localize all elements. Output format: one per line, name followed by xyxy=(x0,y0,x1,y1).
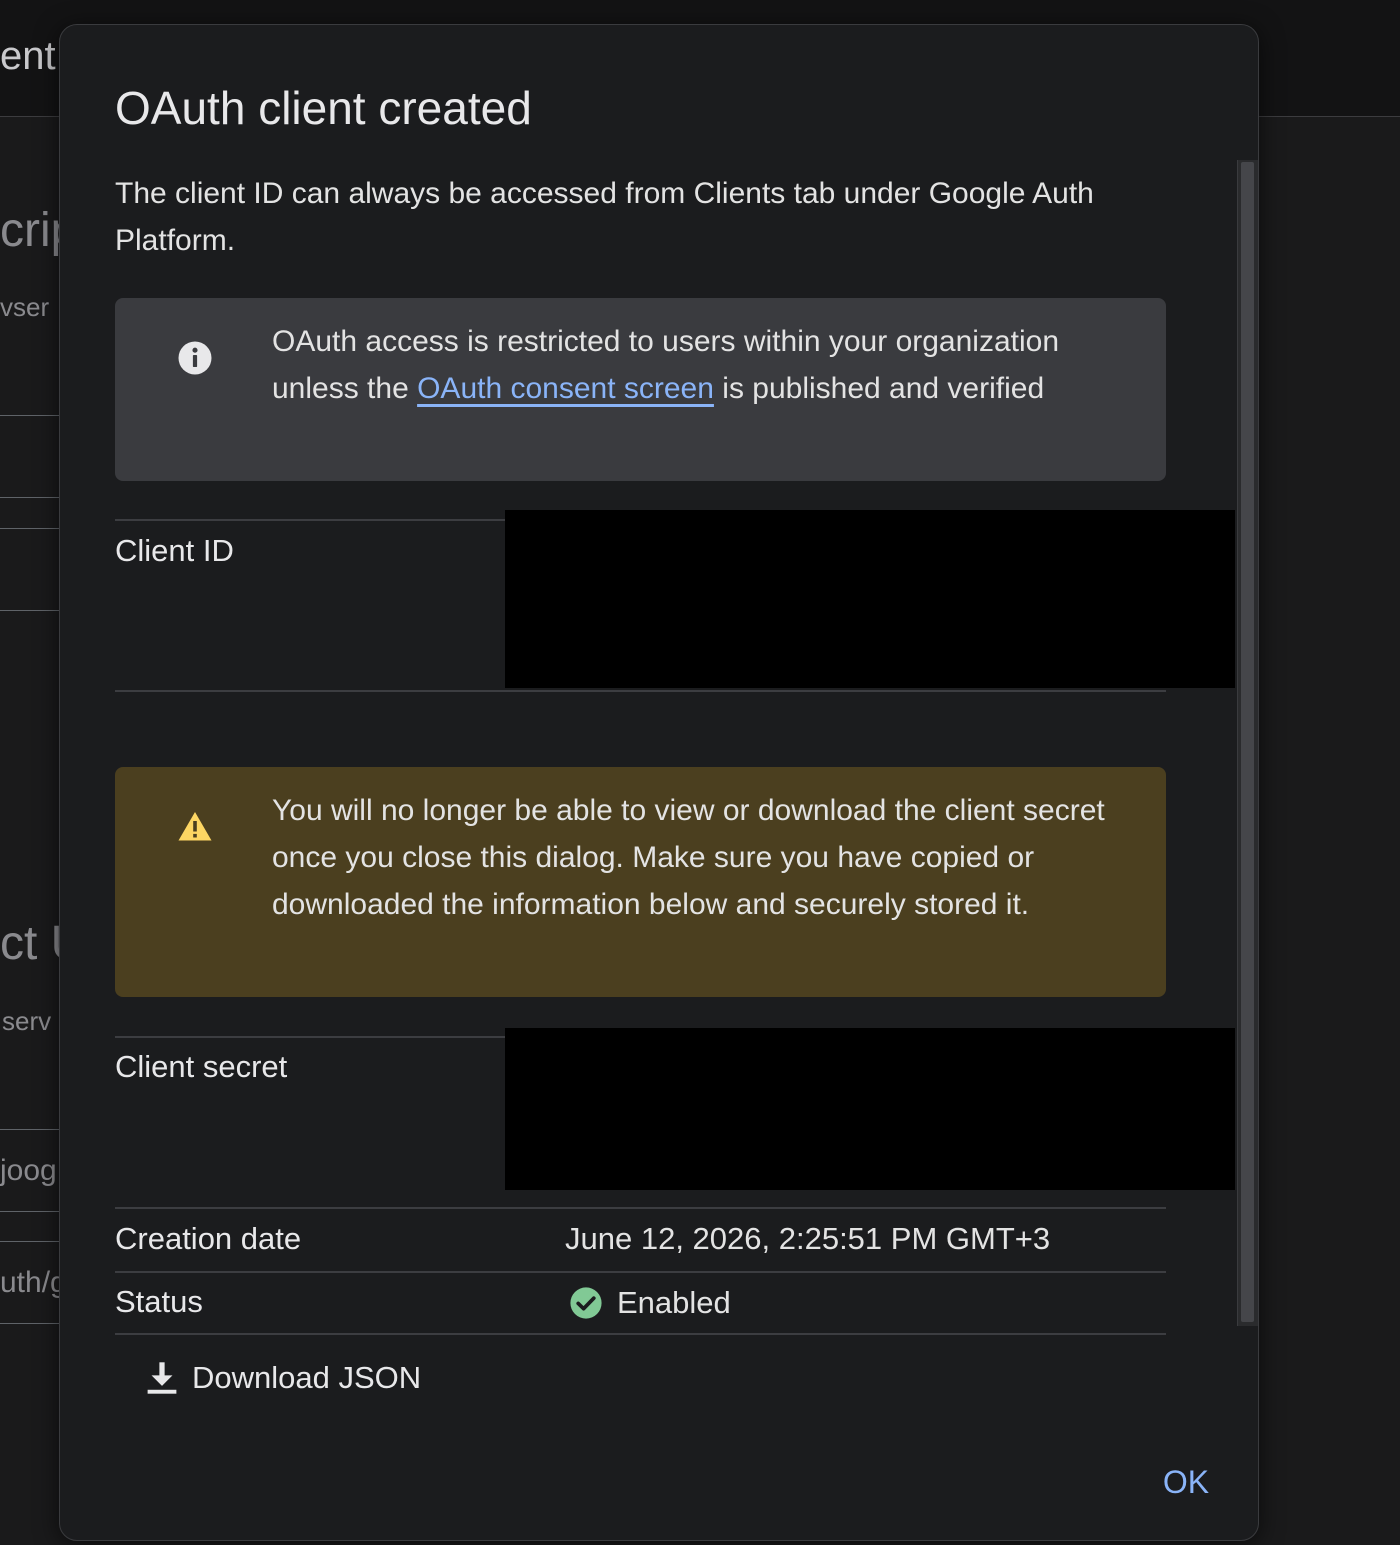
background-divider xyxy=(0,1323,60,1324)
download-icon xyxy=(147,1362,177,1394)
dialog-title: OAuth client created xyxy=(115,82,532,134)
background-divider xyxy=(0,1211,60,1212)
oauth-consent-screen-link[interactable]: OAuth consent screen xyxy=(417,372,714,405)
status-text: Enabled xyxy=(617,1285,731,1320)
status-value: Enabled xyxy=(569,1285,731,1321)
scrollbar-thumb[interactable] xyxy=(1241,162,1254,1322)
background-divider xyxy=(0,497,60,498)
background-divider xyxy=(0,528,60,529)
check-circle-icon xyxy=(570,1287,602,1319)
background-field-fragment: uth/g xyxy=(0,1266,67,1299)
background-text-fragment: vser xyxy=(0,292,50,322)
info-banner: OAuth access is restricted to users with… xyxy=(115,298,1166,481)
background-text-fragment: serv xyxy=(2,1006,52,1036)
divider xyxy=(115,1271,1166,1273)
background-divider xyxy=(0,610,60,611)
divider xyxy=(115,690,1166,692)
client-id-value-redacted xyxy=(505,510,1235,688)
background-field-fragment: joog xyxy=(0,1154,57,1187)
dialog-scrollbar[interactable] xyxy=(1237,160,1258,1326)
status-label: Status xyxy=(115,1284,203,1319)
warning-banner-text: You will no longer be able to view or do… xyxy=(272,794,1105,921)
background-divider xyxy=(0,1241,60,1242)
download-json-button[interactable]: Download JSON xyxy=(146,1357,421,1399)
background-title-fragment: ent xyxy=(0,34,56,78)
divider xyxy=(115,1333,1166,1335)
oauth-client-created-dialog: OAuth client created The client ID can a… xyxy=(59,24,1259,1541)
background-divider xyxy=(0,415,60,416)
divider xyxy=(115,1207,1166,1209)
info-banner-text: OAuth access is restricted to users with… xyxy=(272,318,1142,412)
info-icon xyxy=(178,341,212,375)
creation-date-label: Creation date xyxy=(115,1221,302,1256)
info-banner-text-after: is published and verified xyxy=(713,372,1045,405)
client-id-label: Client ID xyxy=(115,533,234,568)
warning-banner: You will no longer be able to view or do… xyxy=(115,767,1166,997)
client-secret-value-redacted xyxy=(505,1028,1235,1190)
page: ent crip vser ct U serv joog uth/g OAuth… xyxy=(0,0,1400,1545)
background-divider xyxy=(0,1129,60,1130)
client-secret-label: Client secret xyxy=(115,1049,288,1084)
ok-button[interactable]: OK xyxy=(1150,1459,1222,1505)
dialog-subtitle: The client ID can always be accessed fro… xyxy=(115,177,1094,257)
download-json-label: Download JSON xyxy=(192,1360,422,1395)
creation-date-value: June 12, 2026, 2:25:51 PM GMT+3 xyxy=(565,1221,1051,1256)
warning-icon xyxy=(178,812,212,841)
